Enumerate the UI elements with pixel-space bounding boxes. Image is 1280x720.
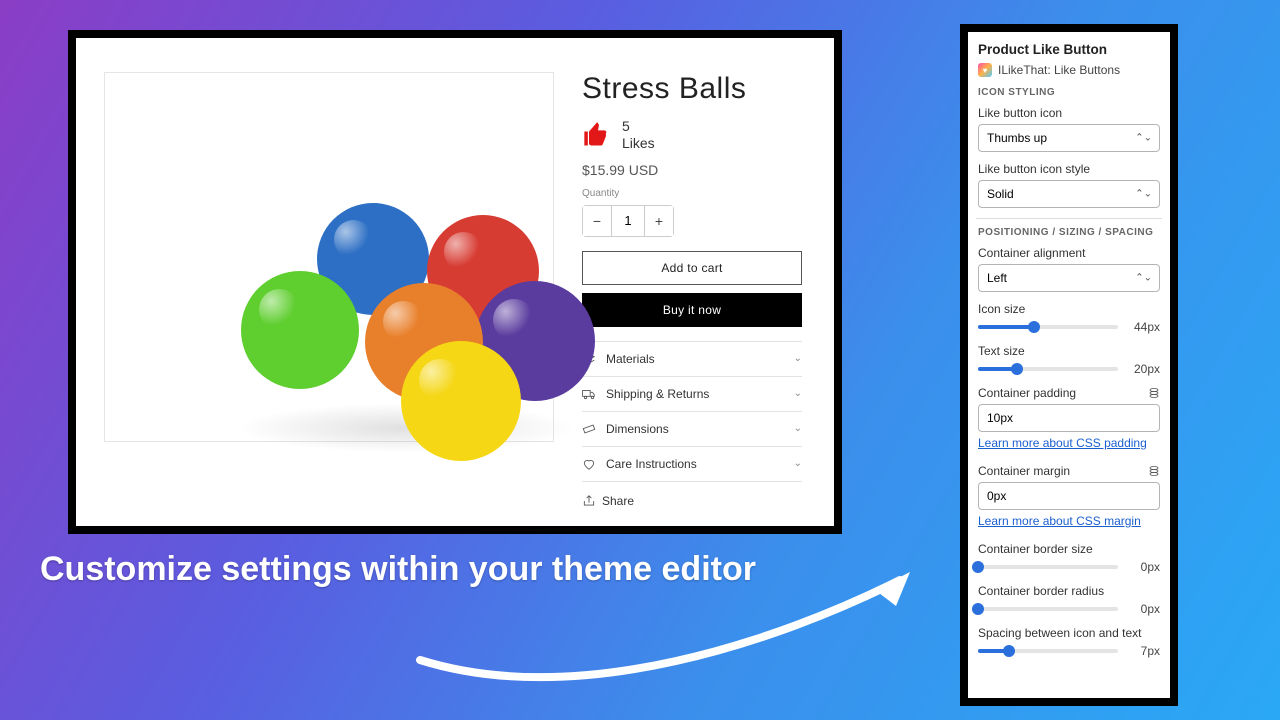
- text-size-value: 20px: [1126, 362, 1160, 376]
- like-count: 5: [622, 118, 655, 135]
- spacing-label: Spacing between icon and text: [978, 626, 1160, 640]
- border-radius-label: Container border radius: [978, 584, 1160, 598]
- like-label: Likes: [622, 135, 655, 152]
- like-icon-label: Like button icon: [978, 106, 1160, 120]
- padding-input[interactable]: [978, 404, 1160, 432]
- border-size-slider[interactable]: [978, 565, 1118, 569]
- icon-size-slider[interactable]: [978, 325, 1118, 329]
- border-radius-value: 0px: [1126, 602, 1160, 616]
- accordion-shipping[interactable]: Shipping & Returns ⌄: [582, 376, 802, 411]
- product-price: $15.99 USD: [582, 162, 806, 178]
- border-size-label: Container border size: [978, 542, 1160, 556]
- chevron-down-icon: ⌄: [794, 423, 802, 434]
- truck-icon: [582, 387, 596, 401]
- accordion-dimensions[interactable]: Dimensions ⌄: [582, 411, 802, 446]
- marketing-caption: Customize settings within your theme edi…: [40, 550, 756, 589]
- product-title: Stress Balls: [582, 72, 806, 106]
- padding-help-link[interactable]: Learn more about CSS padding: [978, 436, 1147, 450]
- spacing-slider[interactable]: [978, 649, 1118, 653]
- share-icon: [582, 494, 596, 508]
- stack-icon: [1148, 387, 1160, 399]
- padding-label: Container padding: [978, 386, 1076, 400]
- product-image: [104, 72, 554, 442]
- share-label: Share: [602, 494, 634, 508]
- accordion-label: Care Instructions: [606, 457, 784, 471]
- heart-icon: [582, 457, 596, 471]
- like-style-label: Like button icon style: [978, 162, 1160, 176]
- like-button-preview[interactable]: 5 Likes: [582, 118, 806, 152]
- border-size-value: 0px: [1126, 560, 1160, 574]
- app-icon: [978, 63, 992, 77]
- accordion-label: Dimensions: [606, 422, 784, 436]
- qty-input[interactable]: [611, 206, 645, 236]
- accordion-care[interactable]: Care Instructions ⌄: [582, 446, 802, 482]
- margin-help-link[interactable]: Learn more about CSS margin: [978, 514, 1141, 528]
- margin-label: Container margin: [978, 464, 1070, 478]
- share-button[interactable]: Share: [582, 494, 806, 508]
- qty-minus-button[interactable]: −: [583, 206, 611, 236]
- text-size-slider[interactable]: [978, 367, 1118, 371]
- chevron-down-icon: ⌄: [794, 388, 802, 399]
- product-preview-frame: Stress Balls 5 Likes $15.99 USD Quantity…: [68, 30, 842, 534]
- qty-plus-button[interactable]: +: [645, 206, 673, 236]
- like-icon-select[interactable]: Thumbs up: [978, 124, 1160, 152]
- accordion-label: Shipping & Returns: [606, 387, 784, 401]
- ruler-icon: [582, 422, 596, 436]
- chevron-down-icon: ⌄: [794, 353, 802, 364]
- align-label: Container alignment: [978, 246, 1160, 260]
- align-select[interactable]: Left: [978, 264, 1160, 292]
- thumbs-up-icon: [582, 121, 610, 149]
- border-radius-slider[interactable]: [978, 607, 1118, 611]
- app-name: ILikeThat: Like Buttons: [998, 63, 1120, 77]
- add-to-cart-button[interactable]: Add to cart: [582, 251, 802, 285]
- quantity-stepper[interactable]: − +: [582, 205, 674, 237]
- section-icon-styling: ICON STYLING: [978, 87, 1160, 98]
- panel-title: Product Like Button: [978, 42, 1160, 57]
- icon-size-label: Icon size: [978, 302, 1160, 316]
- margin-input[interactable]: [978, 482, 1160, 510]
- stack-icon: [1148, 465, 1160, 477]
- like-style-select[interactable]: Solid: [978, 180, 1160, 208]
- section-positioning: POSITIONING / SIZING / SPACING: [978, 227, 1160, 238]
- spacing-value: 7px: [1126, 644, 1160, 658]
- icon-size-value: 44px: [1126, 320, 1160, 334]
- accordion-label: Materials: [606, 352, 784, 366]
- chevron-down-icon: ⌄: [794, 458, 802, 469]
- quantity-label: Quantity: [582, 188, 806, 199]
- buy-now-button[interactable]: Buy it now: [582, 293, 802, 327]
- text-size-label: Text size: [978, 344, 1160, 358]
- theme-editor-panel: Product Like Button ILikeThat: Like Butt…: [960, 24, 1178, 706]
- accordion-materials[interactable]: Materials ⌄: [582, 341, 802, 376]
